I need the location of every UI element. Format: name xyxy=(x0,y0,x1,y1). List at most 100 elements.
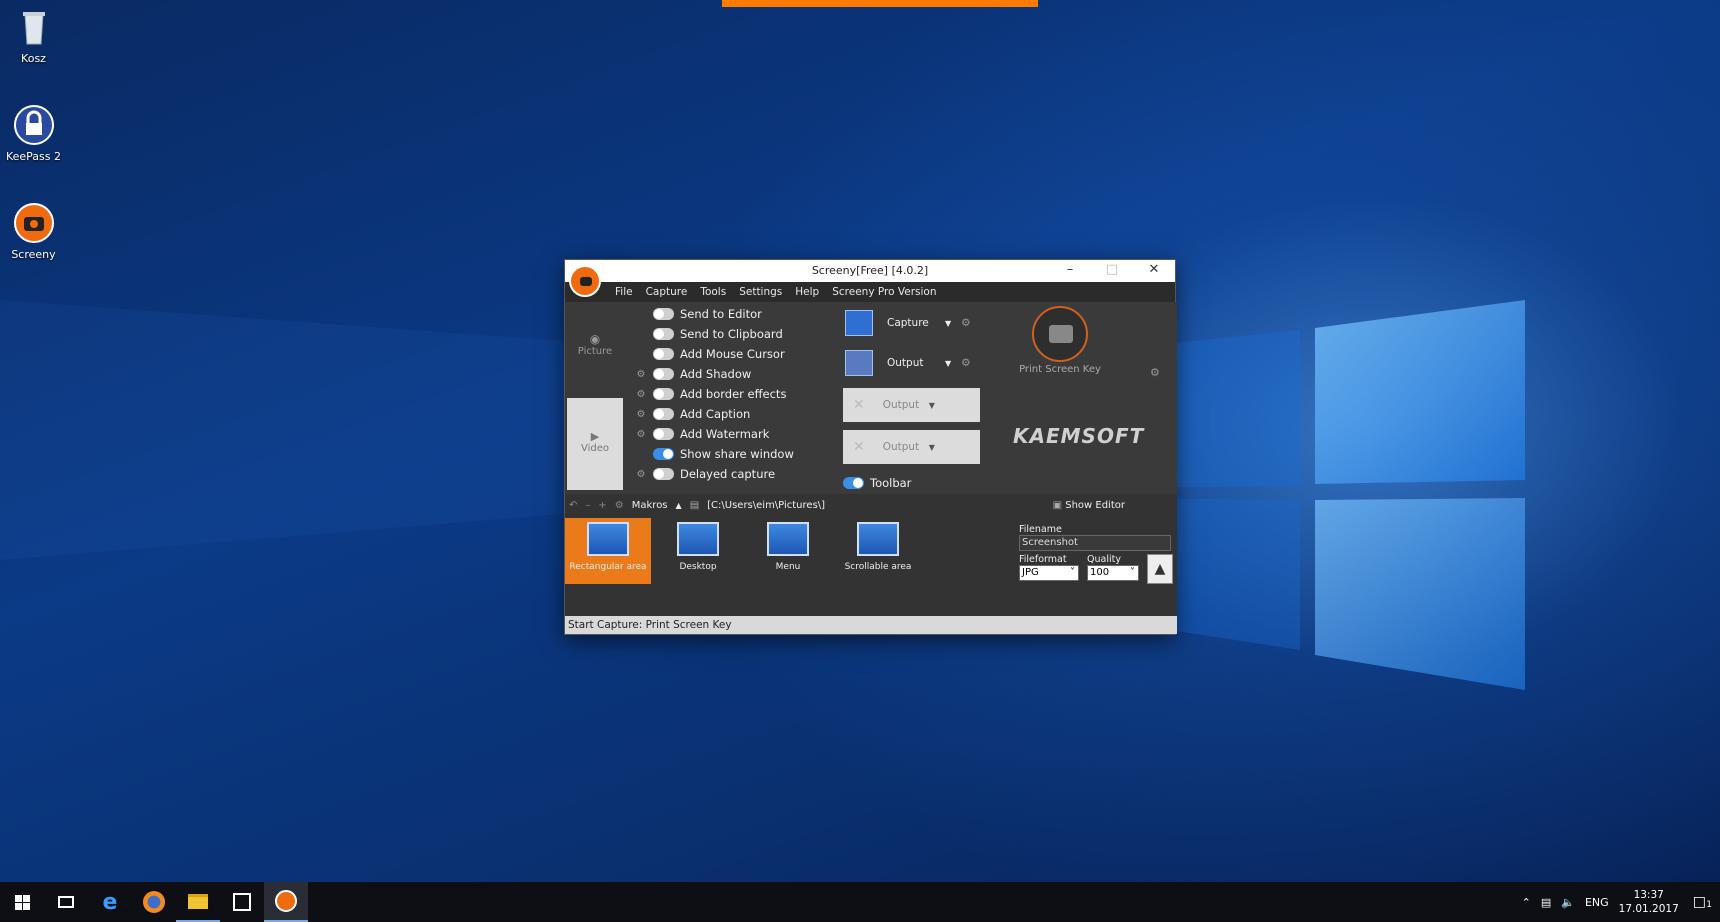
tab-label: Picture xyxy=(577,346,613,357)
mode-desktop[interactable]: Desktop xyxy=(655,518,741,584)
filename-label: Filename xyxy=(1019,524,1062,535)
menu-help[interactable]: Help xyxy=(795,286,819,298)
option-add-watermark[interactable]: ⚙ Add Watermark xyxy=(635,425,770,443)
system-tray: ⌃ ▤ 🔈 ENG 13:37 17.01.2017 □ 1 xyxy=(1522,882,1720,922)
maximize-button[interactable]: □ xyxy=(1091,260,1133,282)
clock[interactable]: 13:37 17.01.2017 xyxy=(1619,888,1679,916)
menu-bar: File Capture Tools Settings Help Screeny… xyxy=(565,282,1175,302)
mode-label: Desktop xyxy=(679,562,717,572)
toggle-switch[interactable] xyxy=(653,468,674,480)
plus-icon[interactable]: + xyxy=(598,500,606,511)
toggle-switch[interactable] xyxy=(843,477,864,489)
chevron-up-icon[interactable]: ▲ xyxy=(676,501,682,510)
show-editor-button[interactable]: ▣ Show Editor xyxy=(1053,500,1125,511)
option-add-mouse-cursor[interactable]: Add Mouse Cursor xyxy=(635,345,785,363)
gear-icon[interactable]: ⚙ xyxy=(961,357,970,369)
file-explorer-taskbar-button[interactable] xyxy=(176,882,220,922)
option-show-share-window[interactable]: Show share window xyxy=(635,445,794,463)
store-taskbar-button[interactable] xyxy=(220,882,264,922)
gear-icon[interactable]: ⚙ xyxy=(961,317,970,329)
option-add-caption[interactable]: ⚙ Add Caption xyxy=(635,405,751,423)
tab-picture[interactable]: ◉ Picture xyxy=(567,332,623,384)
toggle-switch[interactable] xyxy=(653,428,674,440)
menu-settings[interactable]: Settings xyxy=(739,286,782,298)
dropdown-arrow-icon[interactable]: ▼ xyxy=(929,401,935,410)
title-bar: Screeny[Free] [4.0.2] – □ ✕ xyxy=(565,260,1175,282)
undo-icon[interactable]: ↶ xyxy=(569,500,577,511)
camera-icon xyxy=(13,202,55,244)
gear-icon[interactable]: ⚙ xyxy=(635,429,647,440)
output-label: Output xyxy=(887,357,924,369)
minus-icon[interactable]: – xyxy=(585,500,590,511)
filename-input[interactable]: Screenshot xyxy=(1019,535,1171,551)
menu-file[interactable]: File xyxy=(615,286,633,298)
gear-icon[interactable]: ⚙ xyxy=(635,409,647,420)
gear-icon[interactable]: ⚙ xyxy=(635,369,647,380)
dropdown-arrow-icon[interactable]: ▼ xyxy=(929,443,935,452)
tab-label: Video xyxy=(580,443,610,454)
mode-rectangular-area[interactable]: Rectangular area xyxy=(565,518,651,584)
option-label: Add Mouse Cursor xyxy=(680,347,785,361)
toggle-switch[interactable] xyxy=(653,448,674,460)
language-indicator[interactable]: ENG xyxy=(1585,896,1609,909)
capture-output-row[interactable]: Capture ▼ ⚙ xyxy=(845,307,985,339)
minimize-button[interactable]: – xyxy=(1049,260,1091,282)
option-send-to-editor[interactable]: Send to Editor xyxy=(635,305,762,323)
network-icon[interactable]: ▤ xyxy=(1541,896,1551,909)
quality-select[interactable]: 100 ˅ xyxy=(1087,565,1139,581)
screeny-taskbar-button[interactable] xyxy=(264,882,308,922)
chevron-up-icon[interactable]: ⌃ xyxy=(1522,896,1531,909)
task-view-button[interactable] xyxy=(44,882,88,922)
options-panel: ◉ Picture ▶ Video Send to Editor Send to… xyxy=(565,302,1177,494)
menu-capture[interactable]: Capture xyxy=(646,286,688,298)
close-button[interactable]: ✕ xyxy=(1133,260,1175,282)
save-path[interactable]: [C:\Users\eim\Pictures\] xyxy=(707,500,825,511)
dropdown-arrow-icon[interactable]: ▼ xyxy=(945,359,951,368)
print-screen-key-button[interactable]: Print Screen Key xyxy=(1005,306,1115,375)
toggle-switch[interactable] xyxy=(653,348,674,360)
desktop-icon-keepass[interactable]: KeePass 2 xyxy=(0,104,67,163)
notification-center-button[interactable]: □ 1 xyxy=(1689,894,1712,910)
mode-menu[interactable]: Menu xyxy=(745,518,831,584)
volume-icon[interactable]: 🔈 xyxy=(1561,896,1575,909)
output-slot-disabled[interactable]: ✕ Output ▼ xyxy=(843,388,980,422)
toggle-switch[interactable] xyxy=(653,308,674,320)
fileformat-select[interactable]: JPG ˅ xyxy=(1019,565,1079,581)
toolbar-toggle[interactable]: Toolbar xyxy=(843,474,911,492)
capture-modes-panel: ↶ – + ⚙ Makros ▲ ▤ [C:\Users\eim\Picture… xyxy=(565,494,1177,634)
desktop-icon-screeny[interactable]: Screeny xyxy=(0,202,67,261)
gear-icon[interactable]: ⚙ xyxy=(635,389,647,400)
output-slot-disabled[interactable]: ✕ Output ▼ xyxy=(843,430,980,464)
lock-icon xyxy=(13,104,55,146)
desktop-icon-recycle-bin[interactable]: Kosz xyxy=(0,6,67,65)
option-label: Add Shadow xyxy=(680,367,752,381)
mode-scrollable-area[interactable]: Scrollable area xyxy=(835,518,921,584)
gear-icon[interactable]: ⚙ xyxy=(635,469,647,480)
option-delayed-capture[interactable]: ⚙ Delayed capture xyxy=(635,465,776,483)
edge-taskbar-button[interactable]: e xyxy=(88,882,132,922)
gear-icon[interactable]: ⚙ xyxy=(615,500,624,511)
capture-label: Capture xyxy=(887,317,929,329)
camera-icon xyxy=(275,890,297,912)
firefox-taskbar-button[interactable] xyxy=(132,882,176,922)
gear-icon[interactable]: ⚙ xyxy=(1150,366,1160,379)
option-send-to-clipboard[interactable]: Send to Clipboard xyxy=(635,325,783,343)
paint-bucket-icon[interactable]: ▲ xyxy=(1147,554,1173,584)
toggle-switch[interactable] xyxy=(653,328,674,340)
desktop-icon-label: Kosz xyxy=(21,52,46,65)
toggle-switch[interactable] xyxy=(653,388,674,400)
start-button[interactable] xyxy=(0,882,44,922)
menu-pro-version[interactable]: Screeny Pro Version xyxy=(832,286,936,298)
toggle-switch[interactable] xyxy=(653,408,674,420)
option-add-border-effects[interactable]: ⚙ Add border effects xyxy=(635,385,787,403)
makros-label[interactable]: Makros xyxy=(632,500,668,511)
dropdown-arrow-icon[interactable]: ▼ xyxy=(945,319,951,328)
menu-tools[interactable]: Tools xyxy=(700,286,726,298)
option-label: Add border effects xyxy=(680,387,787,401)
folder-icon[interactable]: ▤ xyxy=(690,500,699,511)
fileformat-value: JPG xyxy=(1022,567,1039,578)
toggle-switch[interactable] xyxy=(653,368,674,380)
save-output-row[interactable]: Output ▼ ⚙ xyxy=(845,347,985,379)
option-add-shadow[interactable]: ⚙ Add Shadow xyxy=(635,365,752,383)
tab-video[interactable]: ▶ Video xyxy=(567,398,623,490)
